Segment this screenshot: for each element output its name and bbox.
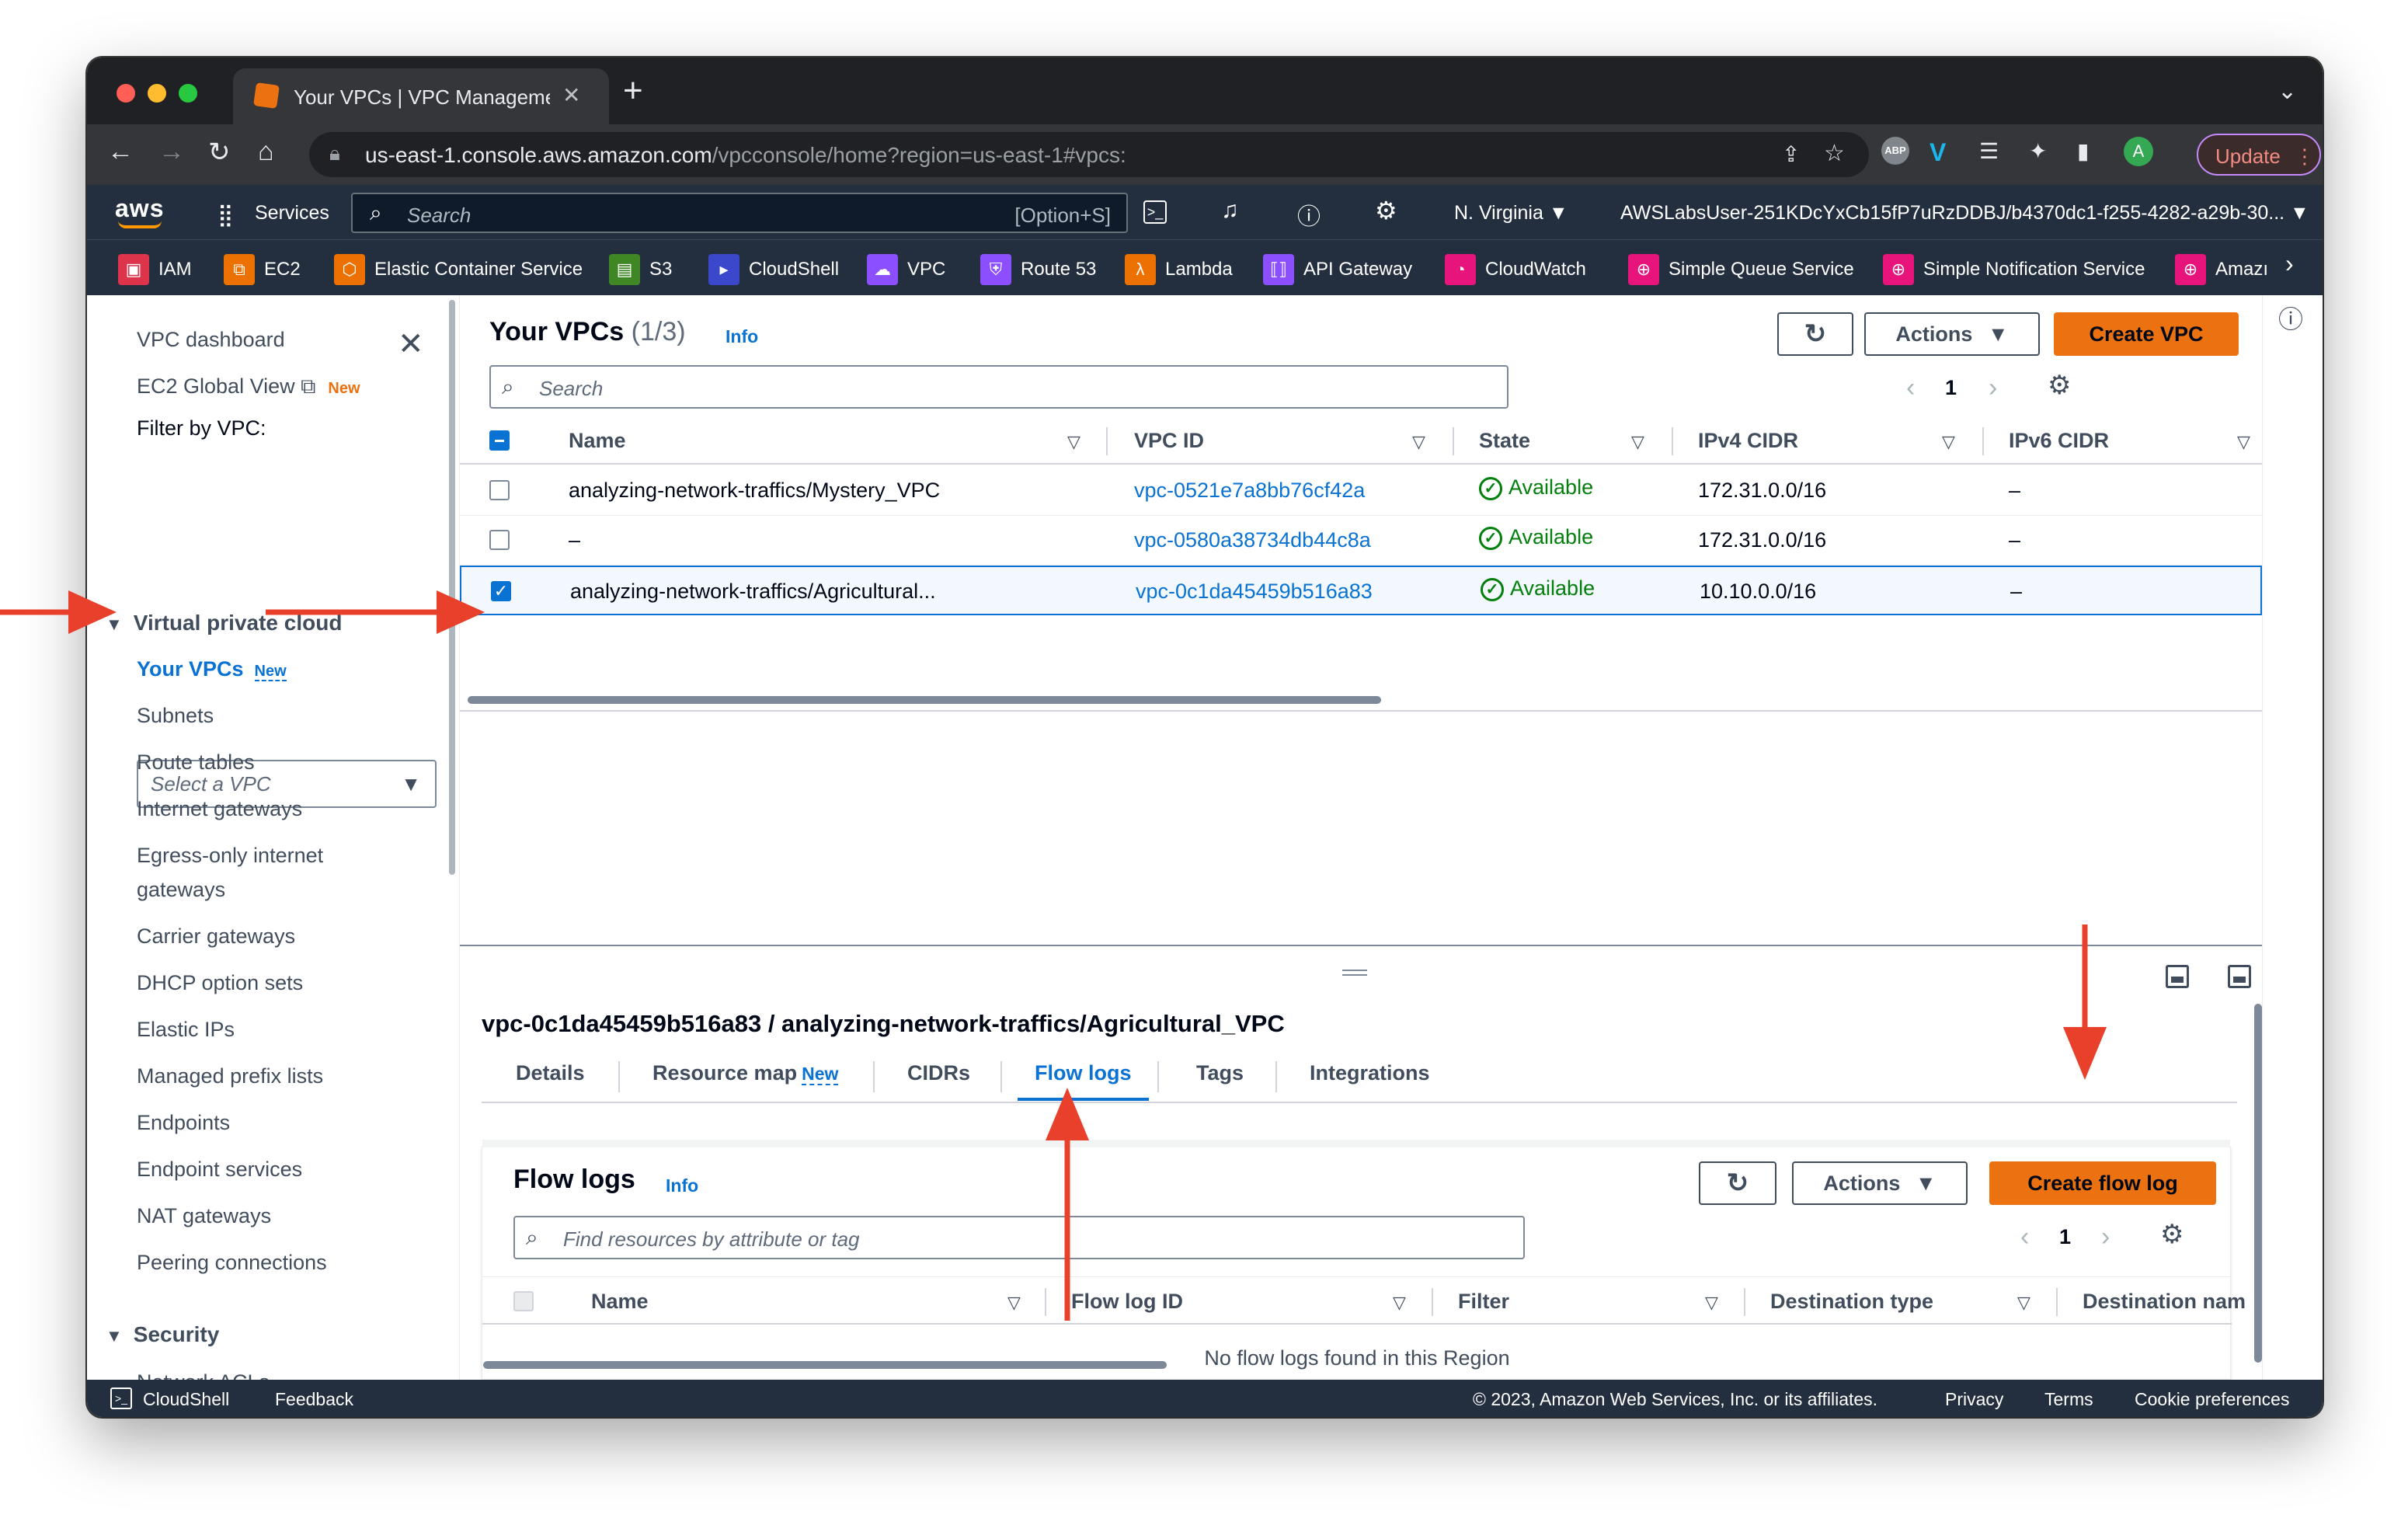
annotation-arrows: [0, 590, 2107, 1321]
arrow-to-your-vpcs: [0, 590, 117, 634]
arrow-to-selected-row: [266, 590, 485, 634]
screenshot-stage: Your VPCs | VPC Management ✕ + ⌄ ← → ↻ ⌂…: [0, 0, 2408, 1532]
arrow-to-flow-logs-tab: [1046, 1088, 1089, 1321]
arrow-to-create-flow-log: [2063, 924, 2107, 1080]
